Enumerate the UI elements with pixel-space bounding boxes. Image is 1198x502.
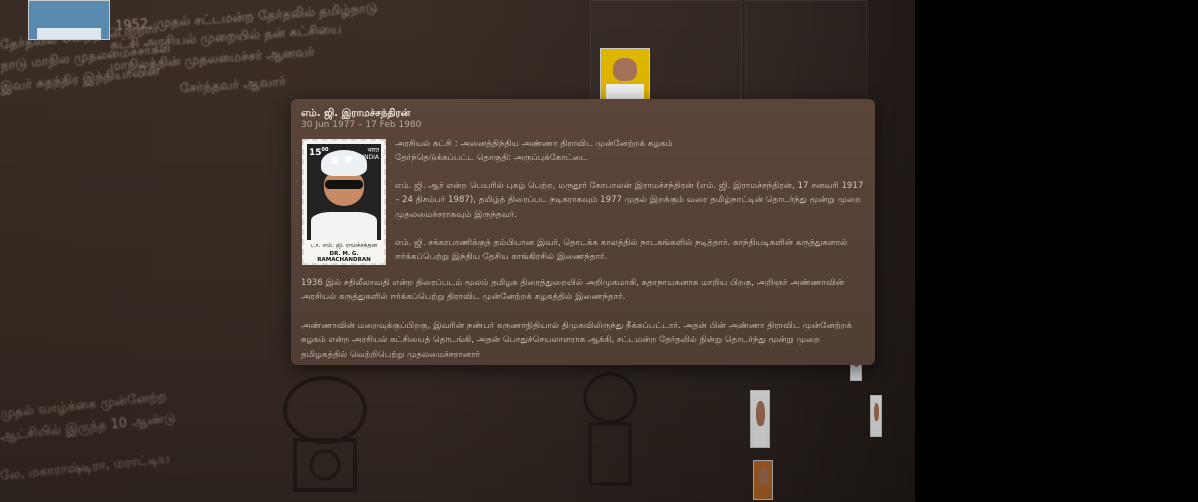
person-name: எம். ஜி. இராமச்சந்திரன் [301, 108, 411, 119]
stamp-country: भारत INDIA [362, 147, 379, 161]
thumbnail-image[interactable] [600, 48, 650, 100]
party-info: அரசியல் கட்சி : அனைத்திந்திய அண்ணா திராவ… [395, 137, 865, 166]
party-line: அரசியல் கட்சி : அனைத்திந்திய அண்ணா திராவ… [395, 139, 673, 149]
bio-paragraph-4: அண்ணாவின் மறைவுக்குப்பிறகு, இவரின் நண்பர… [301, 321, 853, 360]
background-text: சேர்ந்தவர் ஆவார் [179, 74, 287, 97]
postage-stamp-image: 1500 भारत INDIA டா. எம். ஜி. ராமச்சந்தன D… [302, 139, 386, 265]
thumbnail-image[interactable] [750, 390, 770, 448]
thumbnail-image[interactable] [870, 395, 882, 437]
emblem-icon [283, 376, 367, 492]
thumbnail-image[interactable] [753, 460, 773, 500]
background-text: லே, மகாராஷ்டிரா, மராட்டிய [0, 451, 171, 484]
term-date-range: 30 Jun 1977 – 17 Feb 1980 [301, 120, 422, 130]
constituency-line: தேர்ந்தெடுக்கப்பட்ட தொகுதி: அருப்புக்கோட… [395, 153, 588, 164]
stamp-value: 1500 [309, 147, 329, 158]
thumbnail-image[interactable] [28, 0, 110, 40]
bio-paragraph-1: எம். ஜி. ஆர் என்ற பெயரில் புகழ் பெற்ற, ம… [395, 181, 864, 220]
stamp-name-english: DR. M. G. RAMACHANDRAN [317, 251, 371, 263]
chief-minister-detail-card[interactable]: எம். ஜி. இராமச்சந்திரன் 30 Jun 1977 – 17… [291, 99, 875, 365]
wall-tile [745, 0, 867, 112]
emblem-icon [583, 372, 637, 486]
bio-paragraph-2: எம். ஜி. சக்கரபாணிக்குத் தம்பியான இவர், … [395, 238, 848, 263]
right-black-area [915, 0, 1198, 502]
stamp-name-tamil: டா. எம். ஜி. ராமச்சந்தன [310, 242, 378, 249]
bio-paragraph-3: 1936 இல் சதிலீலாவதி என்ற திரைப்படம் மூலம… [301, 278, 845, 303]
